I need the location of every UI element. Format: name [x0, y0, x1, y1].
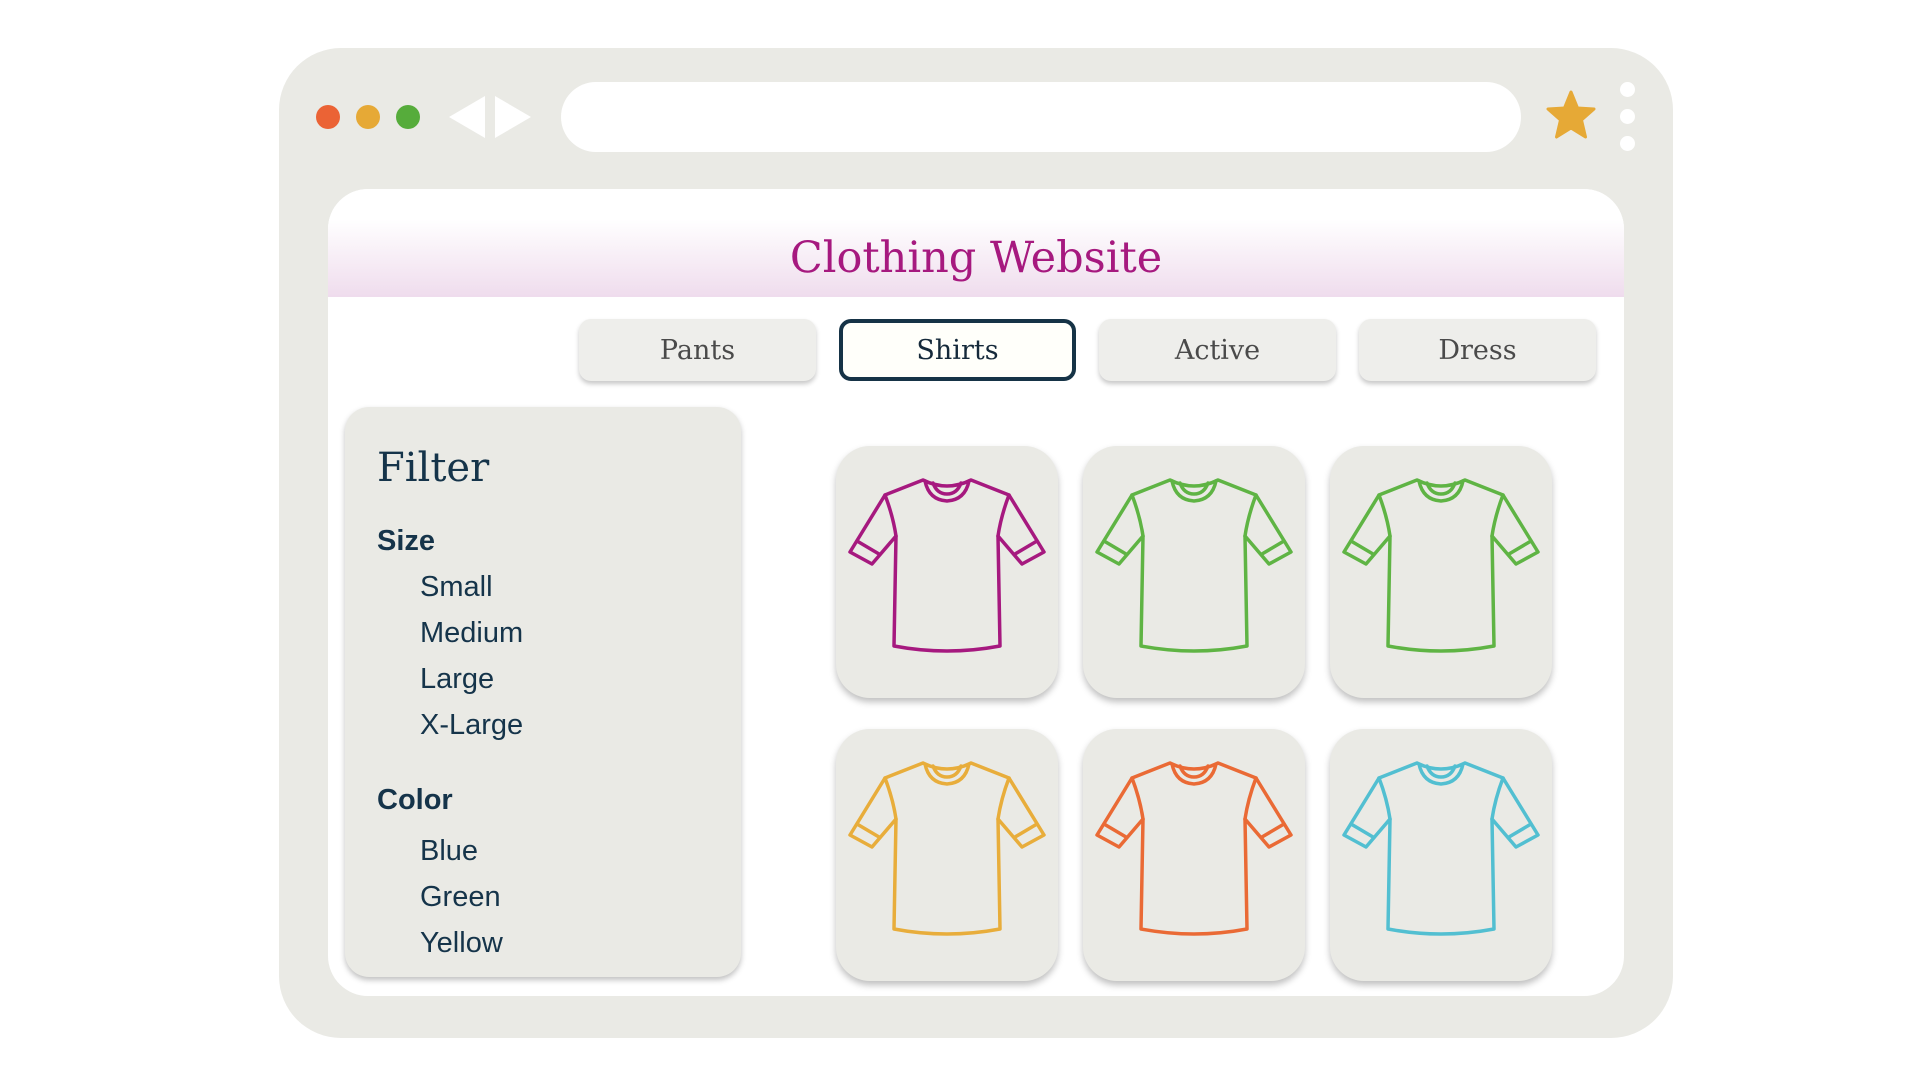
product-card[interactable] — [836, 729, 1058, 981]
forward-arrow-icon[interactable] — [495, 96, 531, 138]
filter-size-small[interactable]: Small — [420, 571, 493, 604]
filter-color-blue[interactable]: Blue — [420, 835, 478, 868]
filter-size-heading: Size — [377, 525, 436, 557]
tab-pants[interactable]: Pants — [579, 319, 816, 381]
product-card[interactable] — [836, 446, 1058, 698]
tshirt-icon — [1342, 478, 1540, 653]
filter-panel: Filter Size Small Medium Large X-Large C… — [345, 407, 741, 977]
tab-active[interactable]: Active — [1099, 319, 1336, 381]
back-arrow-icon[interactable] — [449, 96, 485, 138]
filter-size-medium[interactable]: Medium — [420, 617, 523, 650]
window-close-button[interactable] — [316, 105, 340, 129]
filter-size-x-large[interactable]: X-Large — [420, 709, 523, 742]
more-menu-icon[interactable] — [1617, 82, 1637, 154]
tab-shirts[interactable]: Shirts — [839, 319, 1076, 381]
tshirt-icon — [848, 478, 1046, 653]
tshirt-icon — [1095, 761, 1293, 936]
product-card[interactable] — [1330, 446, 1552, 698]
site-header: Clothing Website — [328, 189, 1624, 297]
filter-color-heading: Color — [377, 784, 453, 816]
product-card[interactable] — [1083, 446, 1305, 698]
filter-size-large[interactable]: Large — [420, 663, 494, 696]
tshirt-icon — [848, 761, 1046, 936]
tshirt-icon — [1095, 478, 1293, 653]
bookmark-star-icon[interactable] — [1545, 90, 1597, 142]
product-card[interactable] — [1083, 729, 1305, 981]
address-bar[interactable] — [561, 82, 1521, 152]
tab-dress[interactable]: Dress — [1359, 319, 1596, 381]
window-maximize-button[interactable] — [396, 105, 420, 129]
filter-color-yellow[interactable]: Yellow — [420, 927, 503, 960]
window-minimize-button[interactable] — [356, 105, 380, 129]
tshirt-icon — [1342, 761, 1540, 936]
site-title: Clothing Website — [789, 233, 1163, 283]
filter-color-green[interactable]: Green — [420, 881, 501, 914]
filter-title: Filter — [377, 445, 490, 491]
product-card[interactable] — [1330, 729, 1552, 981]
